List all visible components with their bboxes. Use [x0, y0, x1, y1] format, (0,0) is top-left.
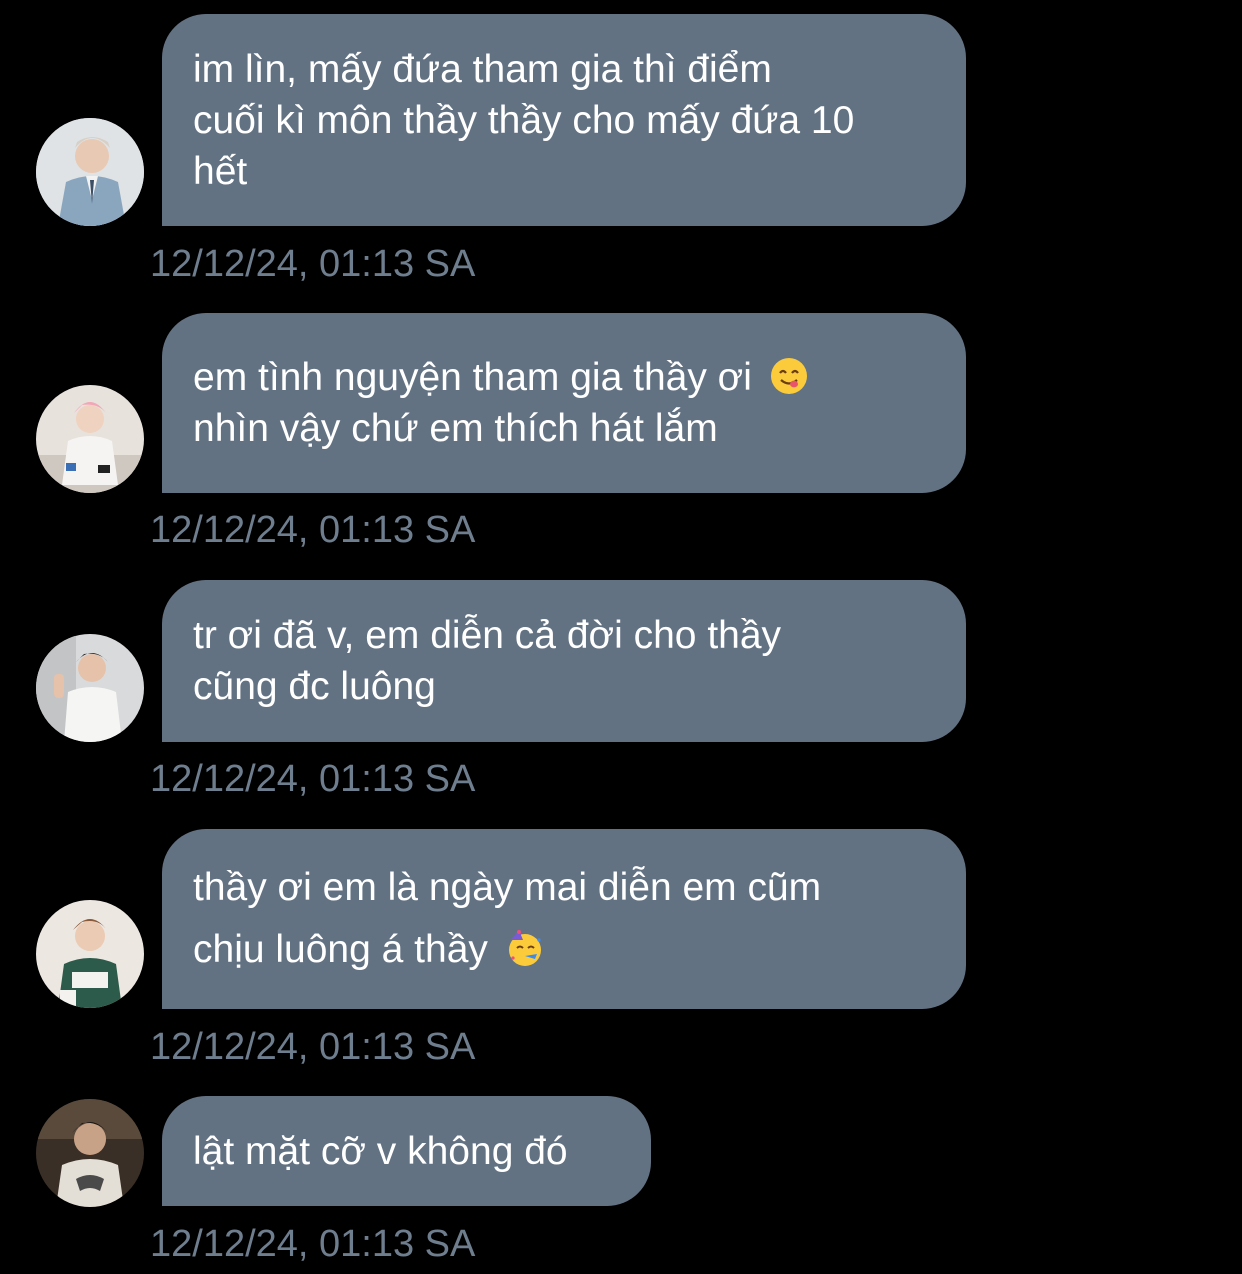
message-bubble[interactable]: tr ơi đã v, em diễn cả đời cho thầy cũng… — [162, 580, 966, 742]
party-face-emoji-icon — [508, 930, 541, 966]
message-timestamp: 12/12/24, 01:13 SA — [150, 758, 476, 800]
message-bubble[interactable]: em tình nguyện tham gia thầy ơi nhìn vậy… — [162, 313, 966, 493]
avatar[interactable] — [36, 385, 144, 493]
message-timestamp: 12/12/24, 01:13 SA — [150, 1223, 476, 1265]
message-text-line: im lìn, mấy đứa tham gia thì điểm — [193, 47, 772, 91]
yum-face-emoji-icon — [770, 358, 807, 394]
avatar[interactable] — [36, 900, 144, 1008]
message-text-line-with-emoji: chịu luông á thầy — [193, 919, 936, 981]
message-text-line: chịu luông á thầy — [193, 928, 488, 971]
avatar[interactable] — [36, 118, 144, 226]
message-text-line: nhìn vậy chứ em thích hát lắm — [193, 407, 718, 450]
message-text-line-with-emoji: em tình nguyện tham gia thầy ơi — [193, 352, 936, 403]
message-text-line: em tình nguyện tham gia thầy ơi — [193, 356, 752, 399]
avatar[interactable] — [36, 1099, 144, 1207]
message-bubble[interactable]: lật mặt cỡ v không đó — [162, 1096, 651, 1206]
message-bubble[interactable]: thầy ơi em là ngày mai diễn em cũm chịu … — [162, 829, 966, 1009]
message-bubble[interactable]: im lìn, mấy đứa tham gia thì điểm cuối k… — [162, 14, 966, 226]
message-text-line: lật mặt cỡ v không đó — [193, 1129, 568, 1173]
avatar[interactable] — [36, 634, 144, 742]
message-text-line: cuối kì môn thầy thầy cho mấy đứa 10 — [193, 98, 855, 142]
message-text-line: tr ơi đã v, em diễn cả đời cho thầy — [193, 614, 782, 657]
message-text-line: hết — [193, 149, 248, 193]
message-text-line: thầy ơi em là ngày mai diễn em cũm — [193, 866, 822, 909]
message-text-line: cũng đc luông — [193, 665, 436, 708]
message-timestamp: 12/12/24, 01:13 SA — [150, 243, 476, 285]
message-timestamp: 12/12/24, 01:13 SA — [150, 1026, 476, 1068]
message-timestamp: 12/12/24, 01:13 SA — [150, 509, 476, 551]
